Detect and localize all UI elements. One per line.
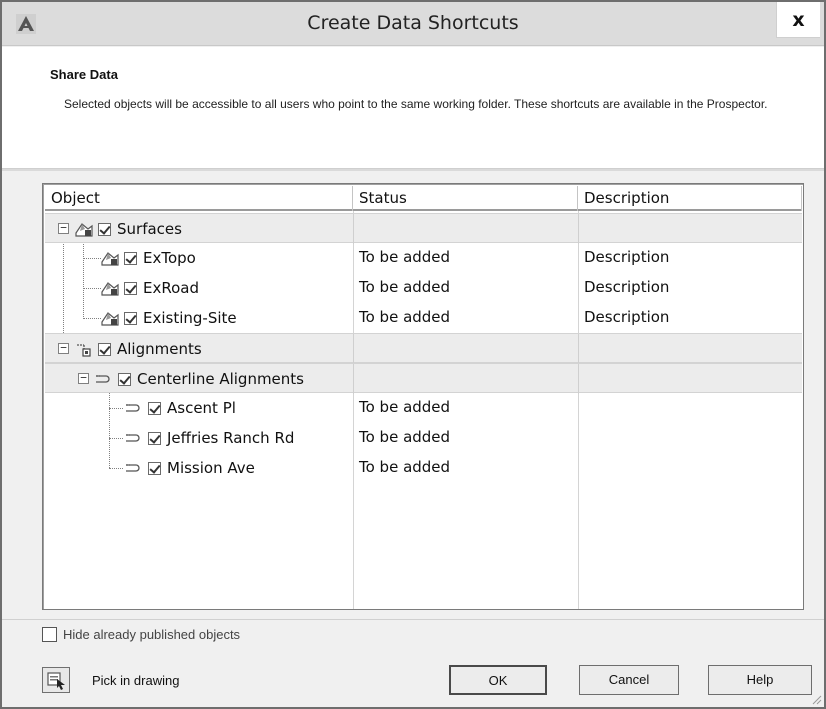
existing-site-checkbox[interactable] [124,311,137,325]
cell-divider [578,214,579,244]
tree-node-label: Ascent Pl [167,399,236,417]
table-row[interactable]: − Centerline Alignments [45,363,802,394]
tree-node-label: Centerline Alignments [137,370,304,388]
resize-grip-icon[interactable] [810,693,822,705]
collapse-toggle[interactable]: − [78,372,89,384]
cancel-button[interactable]: Cancel [579,665,679,695]
objects-table[interactable]: Object Status Description − Surfaces ExT… [42,183,804,610]
tree-node-label: ExTopo [143,249,196,267]
status-cell: To be added [359,398,451,416]
pick-in-drawing-icon [47,672,65,690]
table-row[interactable]: Jeffries Ranch Rd To be added [45,423,802,453]
exroad-checkbox[interactable] [124,281,137,295]
extopo-checkbox[interactable] [124,251,137,265]
pick-in-drawing-label: Pick in drawing [92,673,180,688]
tree-node-label: Surfaces [117,220,182,238]
table-row[interactable]: ExTopo To be added Description [45,243,802,273]
collapse-toggle[interactable]: − [58,342,69,354]
jeffries-ranch-rd-checkbox[interactable] [148,431,161,445]
table-row[interactable]: − Surfaces [45,213,802,244]
status-cell: To be added [359,458,451,476]
section-description: Selected objects will be accessible to a… [64,97,768,111]
tree-node: ExTopo [101,243,196,273]
centerline-alignments-checkbox[interactable] [118,372,131,386]
column-header-status[interactable]: Status [353,186,578,211]
dialog-title: Create Data Shortcuts [307,12,519,34]
hide-published-option[interactable]: Hide already published objects [42,627,240,642]
cell-divider [353,334,354,364]
header-divider [2,169,824,171]
tree-node-label: ExRoad [143,279,199,297]
alignment-icon [95,371,113,387]
alignment-icon [125,430,143,446]
table-row[interactable]: Ascent Pl To be added [45,393,802,423]
status-cell: To be added [359,278,451,296]
header-panel: Share Data Selected objects will be acce… [2,47,824,169]
alignments-checkbox[interactable] [98,342,111,356]
title-bar[interactable]: Create Data Shortcuts x [2,2,824,46]
section-title: Share Data [50,67,118,82]
table-row[interactable]: Existing-Site To be added Description [45,303,802,333]
tree-node: Ascent Pl [125,393,236,423]
surface-icon [75,221,93,237]
tree-node: Mission Ave [125,453,255,483]
table-row[interactable]: − Alignments [45,333,802,364]
surface-icon [101,250,119,266]
mission-ave-checkbox[interactable] [148,461,161,475]
dialog-window: Create Data Shortcuts x Share Data Selec… [0,0,826,709]
status-cell: To be added [359,308,451,326]
surfaces-checkbox[interactable] [98,222,111,236]
tree-node: Alignments [75,334,202,364]
tree-node-label: Alignments [117,340,202,358]
hide-published-checkbox[interactable] [42,627,57,642]
description-cell[interactable]: Description [584,273,669,303]
cell-divider [578,364,579,394]
close-button[interactable]: x [776,2,820,38]
table-row[interactable]: ExRoad To be added Description [45,273,802,303]
status-cell: To be added [359,248,451,266]
alignment-icon [125,460,143,476]
cell-divider [578,334,579,364]
surface-icon [101,310,119,326]
ascent-pl-checkbox[interactable] [148,401,161,415]
column-header-description[interactable]: Description [578,186,802,211]
cell-divider [353,214,354,244]
ok-button[interactable]: OK [449,665,547,695]
tree-node: Centerline Alignments [95,364,304,394]
pick-in-drawing-button[interactable] [42,667,70,693]
description-cell[interactable]: Description [584,243,669,273]
alignment-group-icon [75,341,93,357]
surface-icon [101,280,119,296]
column-header-object[interactable]: Object [45,186,353,211]
tree-node: ExRoad [101,273,199,303]
tree-node: Jeffries Ranch Rd [125,423,294,453]
tree-node: Existing-Site [101,303,237,333]
table-header: Object Status Description [45,186,802,211]
tree-node-label: Existing-Site [143,309,237,327]
description-cell[interactable]: Description [584,303,669,333]
tree-node-label: Jeffries Ranch Rd [167,429,295,447]
cell-divider [353,364,354,394]
tree-node-label: Mission Ave [167,459,255,477]
alignment-icon [125,400,143,416]
table-row[interactable]: Mission Ave To be added [45,453,802,483]
collapse-toggle[interactable]: − [58,222,69,234]
tree-node: Surfaces [75,214,182,244]
status-cell: To be added [359,428,451,446]
footer-divider [2,619,824,620]
help-button[interactable]: Help [708,665,812,695]
hide-published-label[interactable]: Hide already published objects [63,627,240,642]
